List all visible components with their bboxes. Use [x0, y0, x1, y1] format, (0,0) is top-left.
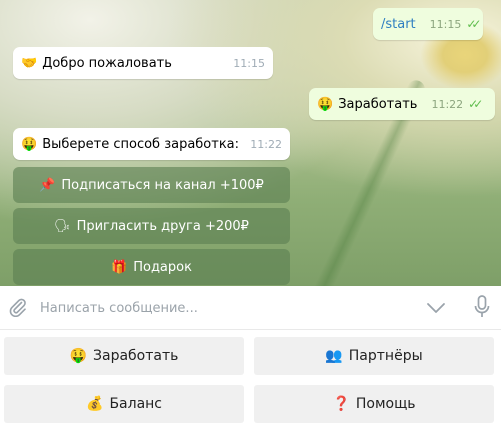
message-outgoing: 🤑 Заработать 11:22 ✓✓: [309, 88, 495, 120]
gift-icon: 🎁: [111, 259, 128, 275]
help-button[interactable]: ❓ Помощь: [254, 385, 494, 423]
message-time: 11:15: [233, 56, 265, 70]
balance-button[interactable]: 💰 Баланс: [4, 385, 244, 423]
speaking-head-icon: 🗣: [54, 218, 71, 234]
question-mark-icon: ❓: [332, 396, 350, 412]
reply-keyboard: 🤑 Заработать 👥 Партнёры 💰 Баланс ❓ Помощ…: [0, 330, 501, 431]
message-time: 11:22: [250, 137, 282, 151]
read-ticks-icon: ✓✓: [468, 97, 483, 111]
message-text: Выберете способ заработка:: [42, 136, 240, 152]
money-face-icon: 🤑: [21, 136, 38, 152]
money-face-icon: 🤑: [317, 96, 334, 112]
earn-button[interactable]: 🤑 Заработать: [4, 337, 244, 375]
button-label: Помощь: [355, 396, 416, 412]
money-bag-icon: 💰: [86, 396, 104, 412]
chat-area: /start 11:15 ✓✓ 🤝 Добро пожаловать 11:15…: [0, 0, 501, 286]
message-outgoing: /start 11:15 ✓✓: [373, 8, 483, 40]
message-text: Заработать: [338, 96, 418, 112]
people-icon: 👥: [325, 348, 343, 364]
message-time: 11:22: [431, 97, 464, 111]
gift-button[interactable]: 🎁 Подарок: [13, 249, 290, 285]
button-label: Подписаться на канал +100₽: [61, 177, 264, 193]
pushpin-icon: 📌: [39, 177, 56, 193]
partners-button[interactable]: 👥 Партнёры: [254, 337, 494, 375]
button-label: Баланс: [109, 396, 162, 412]
compose-bar: [0, 286, 501, 330]
microphone-icon[interactable]: [470, 294, 494, 320]
message-time: 11:15: [429, 17, 462, 31]
chevron-down-icon[interactable]: [424, 296, 448, 320]
subscribe-channel-button[interactable]: 📌 Подписаться на канал +100₽: [13, 167, 290, 203]
read-ticks-icon: ✓✓: [466, 17, 481, 31]
money-face-icon: 🤑: [69, 348, 88, 364]
message-input[interactable]: [38, 294, 412, 322]
handshake-icon: 🤝: [21, 55, 38, 71]
attach-icon[interactable]: [6, 295, 30, 319]
message-incoming: 🤝 Добро пожаловать 11:15: [13, 47, 273, 79]
button-label: Пригласить друга +200₽: [76, 218, 249, 234]
invite-friend-button[interactable]: 🗣 Пригласить друга +200₽: [13, 208, 290, 244]
message-text: /start: [381, 16, 416, 32]
button-label: Подарок: [133, 259, 192, 275]
message-text: Добро пожаловать: [42, 55, 172, 71]
button-label: Заработать: [93, 348, 179, 364]
button-label: Партнёры: [348, 348, 423, 364]
message-incoming: 🤑 Выберете способ заработка: 11:22: [13, 128, 290, 160]
